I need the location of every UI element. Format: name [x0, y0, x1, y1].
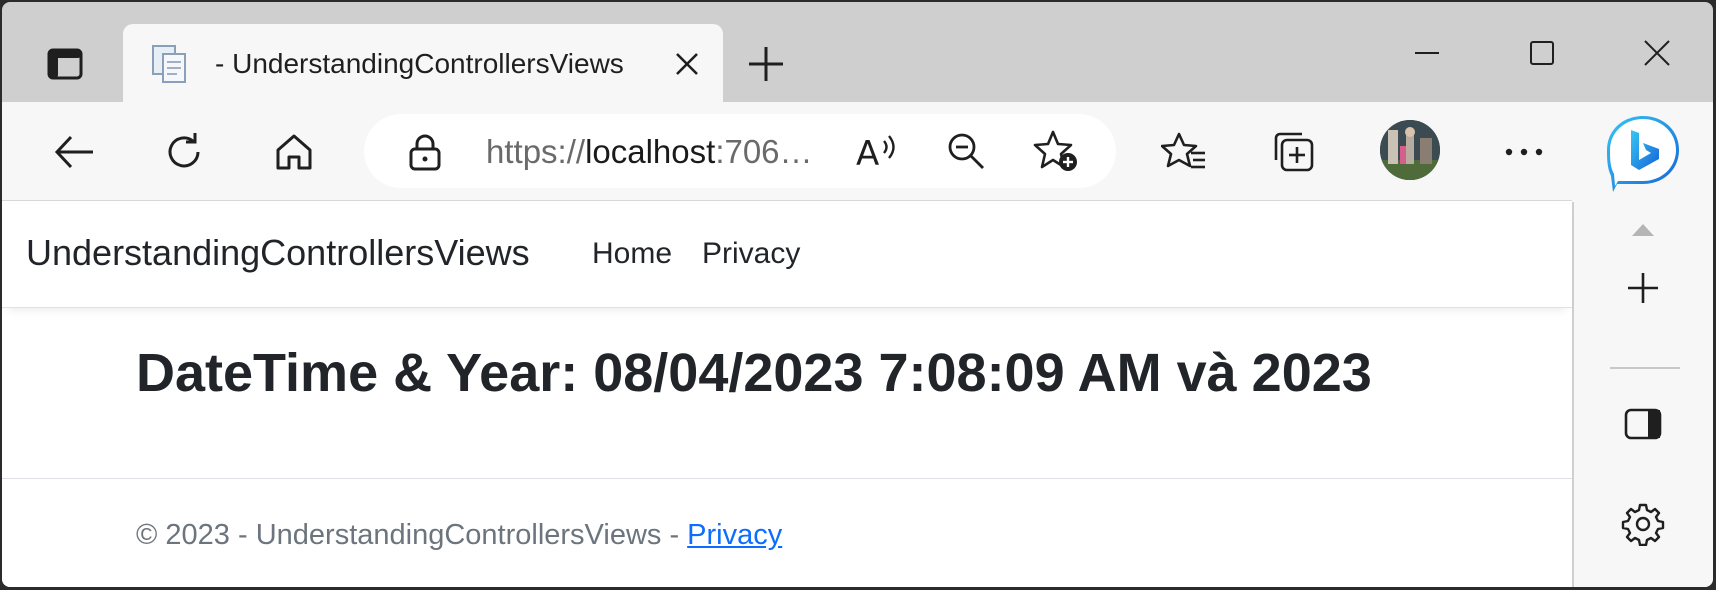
close-window-button[interactable] [1627, 28, 1687, 78]
read-aloud-icon: A [856, 134, 895, 171]
svg-text:A: A [856, 134, 879, 171]
footer-text: © 2023 - UnderstandingControllersViews -… [136, 517, 782, 553]
close-icon [676, 53, 698, 75]
lock-icon [409, 134, 441, 171]
sidebar-scroll-up[interactable] [1610, 200, 1676, 260]
url-text[interactable]: https://localhost:706… [486, 133, 813, 171]
split-screen-icon [1624, 408, 1662, 440]
copilot-button[interactable] [1603, 112, 1683, 192]
nav-link-privacy[interactable]: Privacy [702, 235, 800, 273]
back-arrow-icon [54, 135, 93, 169]
browser-window: - UnderstandingControllersViews https://… [2, 2, 1713, 587]
more-icon [1505, 148, 1543, 156]
favorites-icon [1161, 132, 1205, 169]
tab-close-button[interactable] [669, 46, 705, 82]
edge-sidebar [1574, 200, 1713, 587]
sidebar-split-screen-button[interactable] [1610, 394, 1676, 454]
more-button[interactable] [1494, 122, 1554, 182]
address-bar[interactable]: https://localhost:706… A [364, 114, 1116, 188]
chevron-up-icon [1632, 224, 1654, 236]
minimize-button[interactable] [1397, 28, 1457, 78]
sidebar-divider [1610, 367, 1680, 369]
plus-icon [1628, 273, 1658, 303]
tab-title: - UnderstandingControllersViews [215, 48, 624, 79]
maximize-button[interactable] [1512, 28, 1572, 78]
sidebar-add-button[interactable] [1610, 258, 1676, 318]
favorites-button[interactable] [1154, 122, 1214, 182]
back-button[interactable] [44, 122, 104, 182]
refresh-button[interactable] [154, 122, 214, 182]
bing-icon [1607, 116, 1679, 192]
add-favorite-button[interactable] [1026, 121, 1086, 181]
url-scheme: https:// [486, 133, 586, 170]
footer-copyright: © 2023 - UnderstandingControllersViews - [136, 519, 688, 551]
home-icon [276, 134, 312, 170]
page-heading: DateTime & Year: 08/04/2023 7:08:09 AM v… [136, 343, 1372, 403]
avatar[interactable] [1380, 120, 1440, 180]
new-tab-button[interactable] [740, 38, 792, 90]
gear-icon [1621, 503, 1665, 546]
site-footer: © 2023 - UnderstandingControllersViews -… [2, 478, 1572, 587]
maximize-icon [1530, 41, 1554, 65]
tab-strip: - UnderstandingControllersViews [2, 2, 1713, 104]
zoom-out-icon [948, 133, 984, 169]
collections-icon [1274, 132, 1314, 172]
site-brand[interactable]: UnderstandingControllersViews [26, 231, 530, 275]
document-icon [152, 45, 186, 83]
tab-actions-icon [47, 48, 83, 80]
close-icon [1644, 40, 1670, 66]
profile-photo-icon [1380, 120, 1440, 180]
refresh-icon [168, 133, 200, 168]
url-host: localhost [585, 133, 716, 170]
star-plus-icon [1033, 130, 1077, 171]
minimize-icon [1415, 52, 1439, 54]
toolbar: https://localhost:706… A [2, 102, 1713, 202]
tab-active[interactable]: - UnderstandingControllersViews [123, 24, 723, 104]
page-viewport: UnderstandingControllersViews Home Priva… [2, 200, 1572, 587]
home-button[interactable] [264, 122, 324, 182]
footer-privacy-link[interactable]: Privacy [687, 519, 782, 551]
site-navbar: UnderstandingControllersViews Home Priva… [2, 201, 1572, 308]
plus-icon [749, 47, 783, 81]
zoom-out-button[interactable] [936, 121, 996, 181]
url-rest: :706… [715, 133, 813, 170]
nav-link-home[interactable]: Home [592, 235, 672, 273]
sidebar-settings-button[interactable] [1610, 494, 1676, 554]
collections-button[interactable] [1264, 122, 1324, 182]
read-aloud-button[interactable]: A [846, 121, 906, 181]
tab-actions-button[interactable] [38, 40, 92, 88]
